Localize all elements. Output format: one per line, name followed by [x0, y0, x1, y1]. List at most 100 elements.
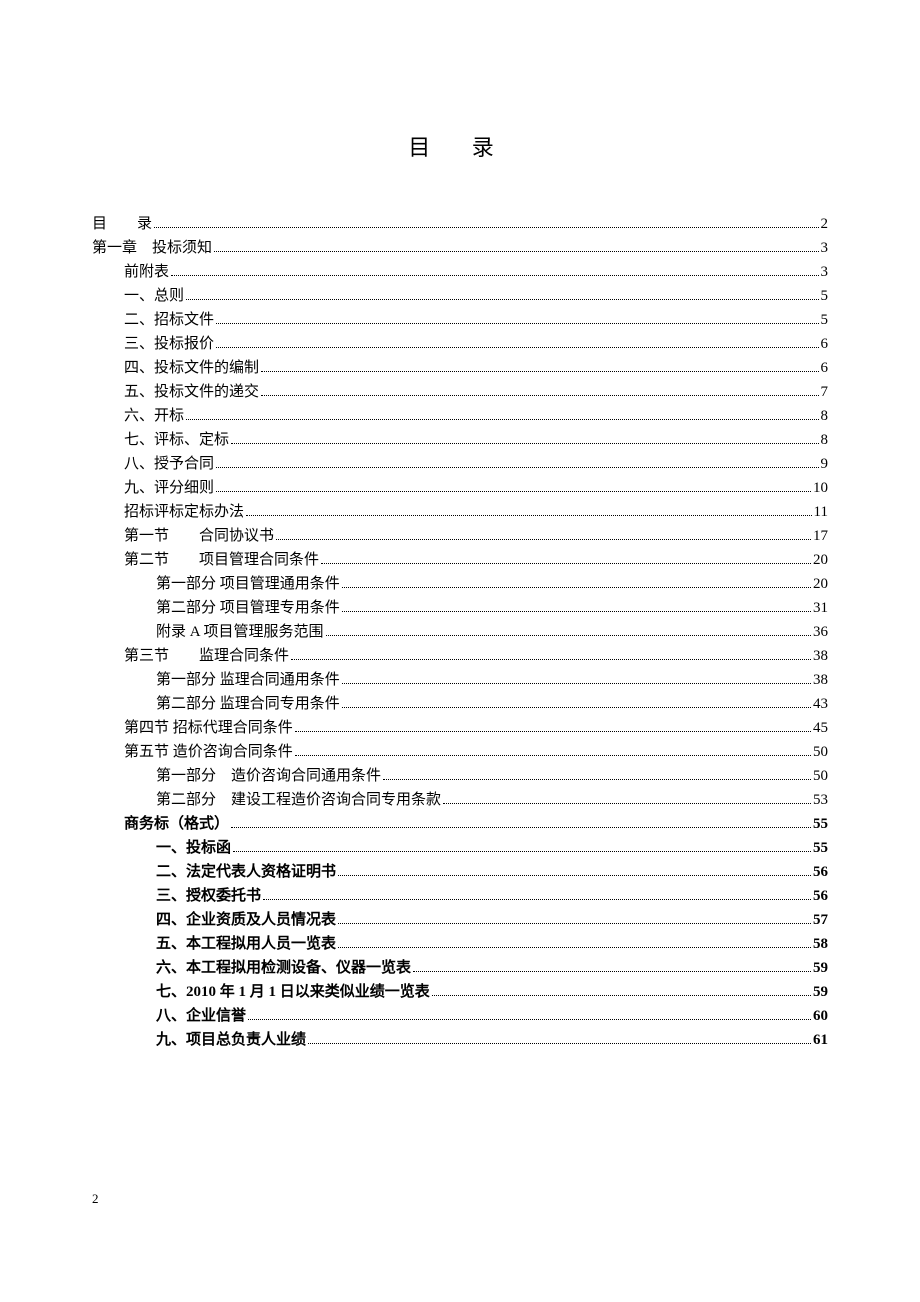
toc-leader-dots	[186, 419, 818, 420]
toc-entry-label: 八、授予合同	[124, 452, 214, 476]
toc-leader-dots	[338, 875, 811, 876]
toc-entry: 附录 A 项目管理服务范围 36	[92, 620, 828, 644]
toc-entry-label: 五、本工程拟用人员一览表	[156, 932, 336, 956]
toc-entry: 二、法定代表人资格证明书 56	[92, 860, 828, 884]
toc-leader-dots	[443, 803, 811, 804]
toc-entry-label: 五、投标文件的递交	[124, 380, 259, 404]
toc-entry-label: 第二部分 监理合同专用条件	[156, 692, 340, 716]
toc-entry-label: 第二节 项目管理合同条件	[124, 548, 319, 572]
toc-leader-dots	[326, 635, 811, 636]
toc-entry-page: 9	[821, 452, 829, 476]
toc-entry-page: 59	[813, 956, 828, 980]
toc-leader-dots	[261, 371, 818, 372]
page-title: 目 录	[92, 130, 828, 162]
toc-entry-label: 一、总则	[124, 284, 184, 308]
table-of-contents: 目 录2第一章 投标须知3前附表3一、总则5二、招标文件5三、投标报价6四、投标…	[92, 212, 828, 1052]
toc-entry-label: 四、投标文件的编制	[124, 356, 259, 380]
toc-entry: 第一节 合同协议书17	[92, 524, 828, 548]
toc-entry: 第一章 投标须知3	[92, 236, 828, 260]
toc-entry-page: 11	[814, 500, 828, 524]
toc-leader-dots	[231, 443, 818, 444]
toc-leader-dots	[338, 923, 811, 924]
toc-entry-page: 2	[821, 212, 829, 236]
toc-entry-label: 二、法定代表人资格证明书	[156, 860, 336, 884]
toc-entry: 六、本工程拟用检测设备、仪器一览表 59	[92, 956, 828, 980]
toc-entry-page: 38	[813, 668, 828, 692]
toc-entry: 第四节 招标代理合同条件45	[92, 716, 828, 740]
toc-leader-dots	[342, 611, 811, 612]
toc-entry: 第二部分 监理合同专用条件 43	[92, 692, 828, 716]
toc-entry-page: 5	[821, 308, 829, 332]
toc-entry: 五、本工程拟用人员一览表 58	[92, 932, 828, 956]
toc-entry: 五、投标文件的递交 7	[92, 380, 828, 404]
toc-entry-page: 5	[821, 284, 829, 308]
toc-leader-dots	[308, 1043, 811, 1044]
toc-entry-label: 二、招标文件	[124, 308, 214, 332]
toc-leader-dots	[171, 275, 818, 276]
toc-entry-label: 第三节 监理合同条件	[124, 644, 289, 668]
toc-leader-dots	[276, 539, 811, 540]
toc-entry: 八、企业信誉 60	[92, 1004, 828, 1028]
toc-leader-dots	[216, 347, 818, 348]
toc-entry-page: 58	[813, 932, 828, 956]
toc-entry-page: 3	[821, 236, 829, 260]
toc-entry: 一、总则 5	[92, 284, 828, 308]
toc-entry-label: 七、2010 年 1 月 1 日以来类似业绩一览表	[156, 980, 430, 1004]
toc-entry-page: 8	[821, 428, 829, 452]
toc-leader-dots	[342, 587, 811, 588]
toc-entry-page: 50	[813, 740, 828, 764]
toc-entry: 四、投标文件的编制6	[92, 356, 828, 380]
toc-entry-page: 43	[813, 692, 828, 716]
toc-leader-dots	[342, 707, 811, 708]
toc-entry: 第一部分 项目管理通用条件20	[92, 572, 828, 596]
toc-entry: 九、评分细则10	[92, 476, 828, 500]
toc-leader-dots	[214, 251, 818, 252]
toc-leader-dots	[216, 491, 811, 492]
toc-entry: 第一部分 造价咨询合同通用条件 50	[92, 764, 828, 788]
toc-entry-page: 36	[813, 620, 828, 644]
toc-entry: 招标评标定标办法 11	[92, 500, 828, 524]
toc-leader-dots	[383, 779, 811, 780]
toc-entry-label: 第一部分 造价咨询合同通用条件	[156, 764, 381, 788]
toc-leader-dots	[246, 515, 812, 516]
toc-entry-page: 31	[813, 596, 828, 620]
toc-entry-page: 3	[821, 260, 829, 284]
toc-entry-page: 20	[813, 572, 828, 596]
toc-entry: 第五节 造价咨询合同条件50	[92, 740, 828, 764]
toc-entry-page: 59	[813, 980, 828, 1004]
toc-leader-dots	[413, 971, 811, 972]
toc-leader-dots	[295, 731, 811, 732]
toc-entry-page: 55	[813, 836, 828, 860]
toc-entry: 第三节 监理合同条件 38	[92, 644, 828, 668]
toc-entry-label: 第二部分 项目管理专用条件	[156, 596, 340, 620]
toc-entry-page: 50	[813, 764, 828, 788]
toc-entry-label: 目 录	[92, 212, 152, 236]
toc-entry-page: 53	[813, 788, 828, 812]
toc-entry: 商务标（格式）55	[92, 812, 828, 836]
toc-entry-page: 7	[821, 380, 829, 404]
toc-entry-page: 17	[813, 524, 828, 548]
toc-entry-page: 10	[813, 476, 828, 500]
toc-entry-label: 六、开标	[124, 404, 184, 428]
toc-entry-page: 20	[813, 548, 828, 572]
toc-entry: 前附表3	[92, 260, 828, 284]
toc-entry-label: 招标评标定标办法	[124, 500, 244, 524]
document-page: 目 录 目 录2第一章 投标须知3前附表3一、总则5二、招标文件5三、投标报价6…	[0, 0, 920, 1052]
toc-leader-dots	[291, 659, 811, 660]
toc-entry-label: 九、项目总负责人业绩	[156, 1028, 306, 1052]
toc-entry-label: 六、本工程拟用检测设备、仪器一览表	[156, 956, 411, 980]
toc-leader-dots	[248, 1019, 811, 1020]
toc-entry: 第二节 项目管理合同条件 20	[92, 548, 828, 572]
toc-entry-label: 第四节 招标代理合同条件	[124, 716, 293, 740]
toc-leader-dots	[263, 899, 811, 900]
toc-entry: 目 录 2	[92, 212, 828, 236]
toc-entry-label: 附录 A 项目管理服务范围	[156, 620, 324, 644]
toc-entry-page: 57	[813, 908, 828, 932]
toc-entry-page: 8	[821, 404, 829, 428]
toc-entry: 第二部分 建设工程造价咨询合同专用条款 53	[92, 788, 828, 812]
toc-entry-page: 38	[813, 644, 828, 668]
toc-entry: 八、授予合同 9	[92, 452, 828, 476]
toc-leader-dots	[342, 683, 811, 684]
toc-leader-dots	[154, 227, 818, 228]
toc-entry-page: 60	[813, 1004, 828, 1028]
